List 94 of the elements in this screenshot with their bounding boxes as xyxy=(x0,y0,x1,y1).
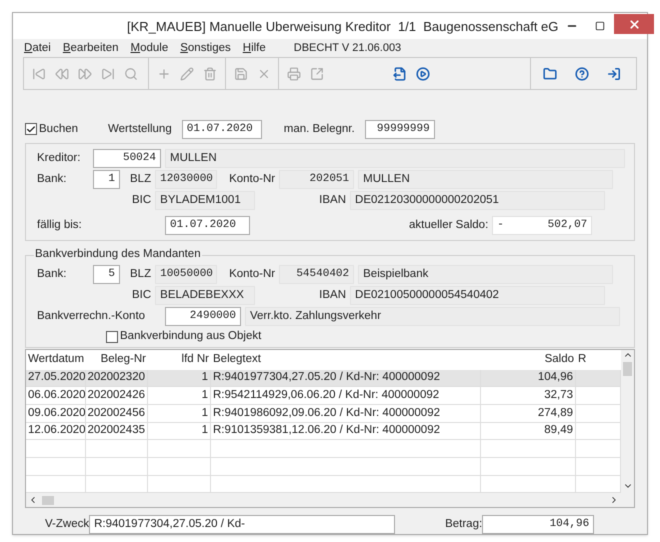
menu-item[interactable]: Sonstiges xyxy=(180,40,231,56)
input-field[interactable]: R:9401977304,27.05.20 / Kd- xyxy=(89,514,396,534)
display-field: Beispielbank xyxy=(358,265,614,284)
column-header[interactable]: Wertdatum xyxy=(26,352,86,368)
scroll-thumb[interactable] xyxy=(623,362,632,376)
table-cell: R:9542114929,06.06.20 / Kd-Nr: 400000092 xyxy=(213,388,440,404)
display-field: MULLEN xyxy=(358,170,614,189)
field-label: Betrag: xyxy=(445,518,482,530)
field-label: BLZ xyxy=(130,173,152,185)
table-cell: 1 xyxy=(202,370,208,386)
checkbox[interactable] xyxy=(106,330,118,342)
table-cell: 32,73 xyxy=(544,388,573,404)
vertical-scrollbar[interactable] xyxy=(621,350,634,507)
checkbox[interactable] xyxy=(25,123,37,135)
table-row[interactable]: 09.06.2020 202002456 1 R:9401986092,09.06.20 / Kd-Nr: 400000092 274,89 xyxy=(26,404,621,423)
field-label: BLZ xyxy=(130,268,152,280)
input-field[interactable]: - 502,07 xyxy=(492,216,592,235)
display-field: BELADEBEXXX xyxy=(155,286,256,305)
input-field[interactable]: 50024 xyxy=(93,149,161,168)
input-field[interactable]: 1 xyxy=(93,170,120,189)
column-header[interactable]: lfd Nr xyxy=(148,352,211,368)
close-icon xyxy=(628,18,641,30)
display-field: Verr.kto. Zahlungsverkehr xyxy=(245,307,620,326)
table-cell: R:9101359381,12.06.20 / Kd-Nr: 400000092 xyxy=(213,423,440,438)
table-row[interactable]: 27.05.2020 202002320 1 R:9401977304,27.05.20 / Kd-Nr: 400000092 104,96 xyxy=(26,370,621,388)
input-field[interactable]: 2490000 xyxy=(165,307,241,326)
menu-item[interactable]: Hilfe xyxy=(242,40,266,56)
table-row[interactable]: 06.06.2020 202002426 1 R:9542114929,06.06.20 / Kd-Nr: 400000092 32,73 xyxy=(26,387,621,405)
version-label: DBECHT V 21.06.003 xyxy=(294,40,402,56)
folder-icon[interactable] xyxy=(543,66,557,80)
display-field: DE02120300000000202051 xyxy=(350,191,606,210)
table-cell: 1 xyxy=(202,406,208,421)
display-field: 202051 xyxy=(279,170,354,189)
field-label: fällig bis: xyxy=(37,219,82,231)
display-field: MULLEN xyxy=(165,149,625,168)
table-cell: R:9401986092,09.06.20 / Kd-Nr: 400000092 xyxy=(213,406,440,421)
field-label: BIC xyxy=(132,289,152,301)
table-cell: 06.06.2020 xyxy=(28,388,86,404)
table-cell: 1 xyxy=(202,423,208,438)
field-label: Bank: xyxy=(37,268,66,280)
column-header[interactable]: Saldo xyxy=(481,352,576,368)
table-cell: 202002426 xyxy=(87,388,145,404)
table-cell: 202002456 xyxy=(87,406,145,421)
table-cell: 104,96 xyxy=(538,370,573,386)
table-cell: 09.06.2020 xyxy=(28,406,86,421)
table-cell: R:9401977304,27.05.20 / Kd-Nr: 400000092 xyxy=(213,370,440,386)
display-field: BYLADEM1001 xyxy=(155,191,256,210)
file-export-icon[interactable] xyxy=(393,66,407,80)
input-field[interactable]: 01.07.2020 xyxy=(182,120,262,138)
field-label: Bankverrechn.-Konto xyxy=(37,310,146,322)
field-label: man. Belegnr. xyxy=(284,122,355,134)
field-label: IBAN xyxy=(319,289,346,301)
column-header[interactable]: Beleg-Nr xyxy=(86,352,148,368)
horizontal-scrollbar[interactable] xyxy=(26,493,621,508)
field-label: Wertstellung xyxy=(108,122,172,134)
menu-item[interactable]: Module xyxy=(130,40,168,56)
field-label: Konto-Nr xyxy=(229,268,276,280)
field-label: Konto-Nr xyxy=(229,173,276,185)
table-cell: 12.06.2020 xyxy=(28,423,86,438)
checkbox-label: Bankverbindung aus Objekt xyxy=(120,329,262,344)
input-field[interactable]: 99999999 xyxy=(364,120,435,138)
input-field[interactable]: 01.07.2020 xyxy=(165,216,250,235)
display-field: 54540402 xyxy=(279,265,354,284)
field-label: BIC xyxy=(132,194,152,206)
column-header[interactable]: R xyxy=(576,352,621,368)
table-row[interactable]: 12.06.2020 202002435 1 R:9101359381,12.06.20 / Kd-Nr: 400000092 89,49 xyxy=(26,422,621,440)
play-circle-icon[interactable] xyxy=(416,66,430,80)
window-title: [KR_MAUEB] Manuelle Uberweisung Kreditor 1/1 Baugenossenschaft eG xyxy=(127,18,558,34)
table-cell: 89,49 xyxy=(544,423,573,438)
close-button[interactable] xyxy=(614,14,654,34)
field-label: V-Zweck xyxy=(45,518,90,530)
input-field[interactable]: 104,96 xyxy=(482,514,594,534)
menu-item[interactable]: Datei xyxy=(24,40,51,56)
exit-icon[interactable] xyxy=(607,66,621,80)
help-icon[interactable] xyxy=(575,66,589,80)
table-cell: 274,89 xyxy=(538,406,573,421)
display-field: DE02100500000054540402 xyxy=(350,286,606,305)
field-label: aktueller Saldo: xyxy=(409,219,488,231)
table-cell: 202002320 xyxy=(87,370,145,386)
display-field: 10050000 xyxy=(155,265,218,284)
checkbox-label: Buchen xyxy=(39,122,78,136)
maximize-icon xyxy=(595,21,606,31)
column-header[interactable]: Belegtext xyxy=(211,352,481,368)
table-cell: 27.05.2020 xyxy=(28,370,86,386)
field-label: IBAN xyxy=(319,194,346,206)
input-field[interactable]: 5 xyxy=(93,265,120,284)
field-label: Bank: xyxy=(37,173,66,185)
field-label: Kreditor: xyxy=(37,152,80,164)
table-cell: 1 xyxy=(202,388,208,404)
table-cell: 202002435 xyxy=(87,423,145,438)
menu-item[interactable]: Bearbeiten xyxy=(62,40,118,56)
scroll-thumb[interactable] xyxy=(42,496,54,505)
display-field: 12030000 xyxy=(155,170,218,189)
group-title: Bankverbindung des Mandanten xyxy=(34,247,202,262)
